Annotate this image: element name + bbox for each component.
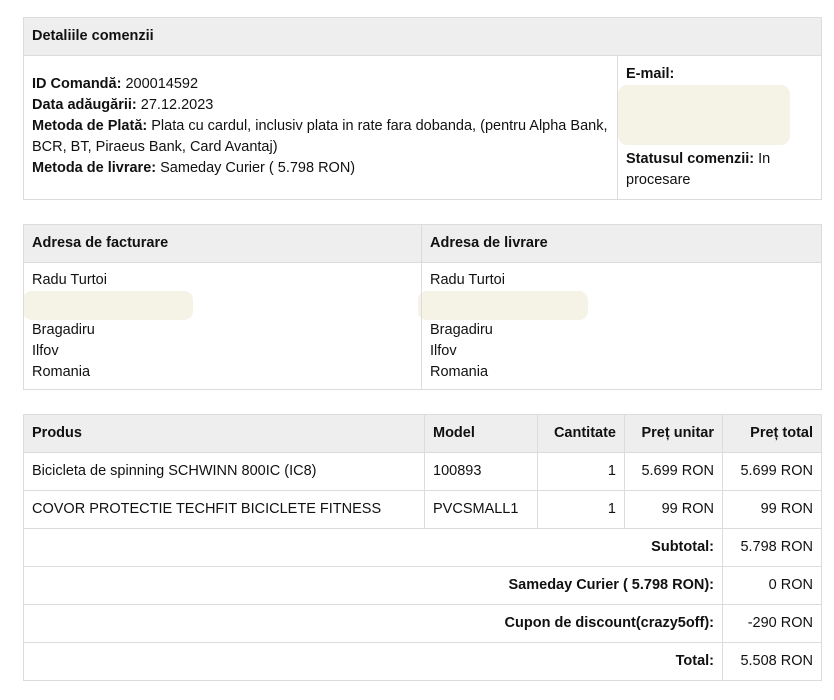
billing-country: Romania	[32, 364, 91, 380]
billing-city: Bragadiru	[32, 322, 95, 338]
order-date: Data adăugării: 27.12.2023	[32, 97, 214, 113]
product-unit-price: 5.699 RON	[624, 452, 723, 491]
shipping-method: Metoda de livrare: Sameday Curier ( 5.79…	[32, 160, 356, 176]
total-value: 5.508 RON	[722, 642, 822, 681]
col-product: Produs	[23, 414, 425, 453]
billing-street-redacted	[23, 291, 193, 320]
col-model: Model	[424, 414, 538, 453]
discount-value: -290 RON	[722, 604, 822, 643]
addresses-table: Adresa de facturare Adresa de livrare Ra…	[23, 224, 822, 390]
order-contact-cell: E-mail: Statusul comenzii: In procesare	[617, 55, 822, 200]
subtotal-label: Subtotal:	[651, 539, 714, 555]
product-model: PVCSMALL1	[424, 490, 538, 529]
email-label: E-mail:	[626, 66, 675, 82]
order-details-table: Detaliile comenzii ID Comandă: 200014592…	[23, 17, 822, 200]
product-name: Bicicleta de spinning SCHWINN 800IC (IC8…	[23, 452, 425, 491]
product-model: 100893	[424, 452, 538, 491]
shipping-city: Bragadiru	[430, 322, 493, 338]
shipping-cost-label: Sameday Curier ( 5.798 RON):	[508, 577, 715, 593]
shipping-county: Ilfov	[430, 343, 457, 359]
product-name: COVOR PROTECTIE TECHFIT BICICLETE FITNES…	[23, 490, 425, 529]
email-redacted	[618, 85, 790, 145]
shipping-country: Romania	[430, 364, 489, 380]
products-table: Produs Model Cantitate Preț unitar Preț …	[23, 414, 822, 681]
product-qty: 1	[537, 452, 625, 491]
shipping-address: Radu Turtoi Bragadiru Ilfov Romania	[418, 262, 822, 390]
col-total-price: Preț total	[722, 414, 822, 453]
order-info-cell: ID Comandă: 200014592 Data adăugării: 27…	[23, 55, 618, 200]
payment-method: Metoda de Plată: Plata cu cardul, inclus…	[32, 118, 608, 155]
table-row: COVOR PROTECTIE TECHFIT BICICLETE FITNES…	[23, 490, 822, 529]
product-unit-price: 99 RON	[624, 490, 723, 529]
product-total-price: 5.699 RON	[722, 452, 822, 491]
billing-address-header: Adresa de facturare	[23, 224, 422, 263]
billing-county: Ilfov	[32, 343, 59, 359]
billing-name: Radu Turtoi	[32, 272, 107, 288]
total-label: Total:	[675, 653, 714, 669]
col-unit-price: Preț unitar	[624, 414, 723, 453]
billing-address: Radu Turtoi Bragadiru Ilfov Romania	[23, 262, 422, 390]
order-status: Statusul comenzii: In procesare	[626, 151, 771, 188]
shipping-address-header: Adresa de livrare	[421, 224, 822, 263]
discount-row: Cupon de discount(crazy5off): -290 RON	[23, 604, 822, 643]
discount-label: Cupon de discount(crazy5off):	[504, 615, 714, 631]
col-qty: Cantitate	[537, 414, 625, 453]
order-details-header: Detaliile comenzii	[23, 17, 822, 56]
shipping-street-redacted	[418, 291, 588, 320]
order-id: ID Comandă: 200014592	[32, 76, 199, 92]
shipping-cost-row: Sameday Curier ( 5.798 RON): 0 RON	[23, 566, 822, 605]
subtotal-row: Subtotal: 5.798 RON	[23, 528, 822, 567]
total-row: Total: 5.508 RON	[23, 642, 822, 681]
product-qty: 1	[537, 490, 625, 529]
table-row: Bicicleta de spinning SCHWINN 800IC (IC8…	[23, 452, 822, 491]
shipping-cost-value: 0 RON	[722, 566, 822, 605]
product-total-price: 99 RON	[722, 490, 822, 529]
shipping-name: Radu Turtoi	[430, 272, 505, 288]
subtotal-value: 5.798 RON	[722, 528, 822, 567]
